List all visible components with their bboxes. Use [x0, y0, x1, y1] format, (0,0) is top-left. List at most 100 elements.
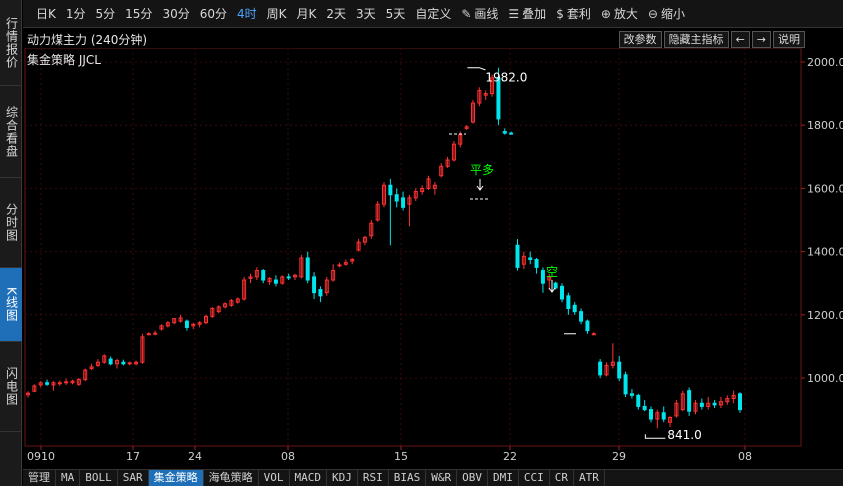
x-tick-label: 15	[394, 450, 408, 463]
plot-frame	[24, 48, 802, 447]
indicator-tab-boll[interactable]: BOLL	[80, 470, 118, 486]
x-tick-label: 29	[612, 450, 626, 463]
period-monthly[interactable]: 月K	[292, 0, 322, 28]
x-tick-label: 08	[281, 450, 295, 463]
hide-indicator-button[interactable]: 隐藏主指标	[663, 31, 729, 48]
indicator-tab-jjcl[interactable]: 集金策略	[148, 470, 204, 486]
indicator-tab-obv[interactable]: OBV	[457, 470, 488, 486]
period-15min[interactable]: 15分	[120, 0, 157, 28]
y-tick-label: 1600.0	[807, 182, 843, 195]
x-tick-label: 0910	[27, 450, 55, 463]
indicator-tab-sar[interactable]: SAR	[118, 470, 149, 486]
high-label: 1982.0	[485, 71, 527, 85]
period-30min[interactable]: 30分	[157, 0, 194, 28]
draw-line-button[interactable]: ✎ 画线	[456, 0, 503, 28]
candle-down	[699, 402, 704, 407]
period-5day[interactable]: 5天	[381, 0, 411, 28]
x-tick-label: 08	[738, 450, 752, 463]
candle-down	[318, 289, 323, 297]
help-button[interactable]: 说明	[773, 31, 805, 48]
candle-down	[286, 276, 291, 279]
y-tick-label: 1000.0	[807, 372, 843, 385]
low-label: 841.0	[667, 428, 701, 442]
overlay-button[interactable]: ☰ 叠加	[503, 0, 551, 28]
indicator-tab-kdj[interactable]: KDJ	[327, 470, 358, 486]
zoom-in-button[interactable]: ⊕ 放大	[596, 0, 643, 28]
y-tick-label: 1800.0	[807, 119, 843, 132]
indicator-tab-bar: 管理 MA BOLL SAR 集金策略 海龟策略 VOL MACD KDJ RS…	[23, 469, 843, 486]
period-60min[interactable]: 60分	[195, 0, 232, 28]
stack-icon: ☰	[508, 6, 520, 21]
scroll-right-button[interactable]: →	[751, 31, 771, 48]
period-5min[interactable]: 5分	[91, 0, 121, 28]
candle-down	[623, 374, 628, 395]
period-toolbar: 日K 1分 5分 15分 30分 60分 4时 周K 月K 2天 3天 5天 自…	[23, 0, 843, 28]
candle-down	[649, 409, 653, 420]
tab-kline[interactable]: K线图	[0, 268, 22, 342]
candle-down	[515, 244, 520, 268]
period-1min[interactable]: 1分	[61, 0, 91, 28]
candle-down	[540, 270, 545, 284]
arbitrage-icon: $	[556, 6, 564, 21]
candle-down	[617, 361, 622, 379]
y-tick-label: 2000.0	[807, 56, 843, 69]
candle-down	[661, 412, 666, 420]
kline-chart[interactable]: 2000.0 1800.0 1600.0 1400.0 1200.0 1000.0 0910…	[23, 48, 843, 468]
candle-down	[738, 393, 742, 411]
arbitrage-button[interactable]: $ 套利	[551, 0, 596, 28]
candle-down	[553, 282, 558, 289]
tab-overview[interactable]: 综合看盘	[0, 86, 22, 178]
period-2day[interactable]: 2天	[321, 0, 351, 28]
period-custom[interactable]: 自定义	[410, 0, 456, 28]
x-tick-label: 24	[188, 450, 202, 463]
candle-down	[560, 285, 564, 300]
y-tick-label: 1400.0	[807, 246, 843, 259]
header-buttons: 改参数 隐藏主指标 ← → 说明	[617, 31, 805, 48]
zoom-in-icon: ⊕	[600, 6, 611, 21]
indicator-tab-rsi[interactable]: RSI	[358, 470, 389, 486]
indicator-tab-dmi[interactable]: DMI	[488, 470, 519, 486]
indicator-tab-cr[interactable]: CR	[550, 470, 574, 486]
indicator-tab-manage[interactable]: 管理	[23, 470, 56, 486]
period-4h[interactable]: 4时	[232, 0, 262, 28]
zoom-out-button[interactable]: ⊖ 缩小	[643, 0, 690, 28]
candle-up	[591, 333, 596, 336]
candle-down	[261, 270, 266, 281]
indicator-tab-atr[interactable]: ATR	[574, 470, 605, 486]
indicator-tab-macd[interactable]: MACD	[290, 470, 327, 486]
indicator-tab-bias[interactable]: BIAS	[389, 470, 427, 486]
candle-down	[509, 132, 514, 135]
tab-timeshare[interactable]: 分时图	[0, 178, 22, 268]
contract-title: 动力煤主力 (240分钟)	[27, 32, 148, 47]
tab-quotes[interactable]: 行情报价	[0, 0, 22, 86]
signal-short-label: 空	[546, 265, 558, 279]
indicator-tab-vol[interactable]: VOL	[259, 470, 290, 486]
edit-params-button[interactable]: 改参数	[618, 31, 662, 48]
candle-down	[273, 279, 278, 284]
indicator-tab-cci[interactable]: CCI	[519, 470, 550, 486]
indicator-tab-turtle[interactable]: 海龟策略	[204, 470, 259, 486]
scroll-left-button[interactable]: ←	[730, 31, 750, 48]
pencil-icon: ✎	[461, 6, 472, 21]
period-weekly[interactable]: 周K	[262, 0, 292, 28]
candle-down	[121, 361, 126, 365]
candle-down	[184, 320, 189, 328]
candle-down	[388, 184, 393, 196]
tab-lightning[interactable]: 闪电图	[0, 342, 22, 432]
indicator-tab-wr[interactable]: W&R	[426, 470, 458, 486]
candle-up	[64, 381, 69, 384]
high-marker	[467, 67, 486, 71]
candle-down	[528, 257, 533, 260]
period-3day[interactable]: 3天	[351, 0, 381, 28]
candle-down	[312, 276, 317, 294]
chart-header: 动力煤主力 (240分钟) 改参数 隐藏主指标 ← → 说明	[23, 30, 805, 48]
candle-up	[337, 264, 342, 267]
candle-down	[108, 358, 113, 365]
period-daily[interactable]: 日K	[31, 0, 61, 28]
candle-down	[642, 405, 647, 411]
candle-down	[572, 304, 577, 313]
kline-chart-svg: 2000.0 1800.0 1600.0 1400.0 1200.0 1000.0 0910…	[24, 48, 843, 463]
candle-down	[566, 295, 571, 309]
indicator-tab-ma[interactable]: MA	[56, 470, 81, 486]
x-tick-label: 22	[503, 450, 517, 463]
